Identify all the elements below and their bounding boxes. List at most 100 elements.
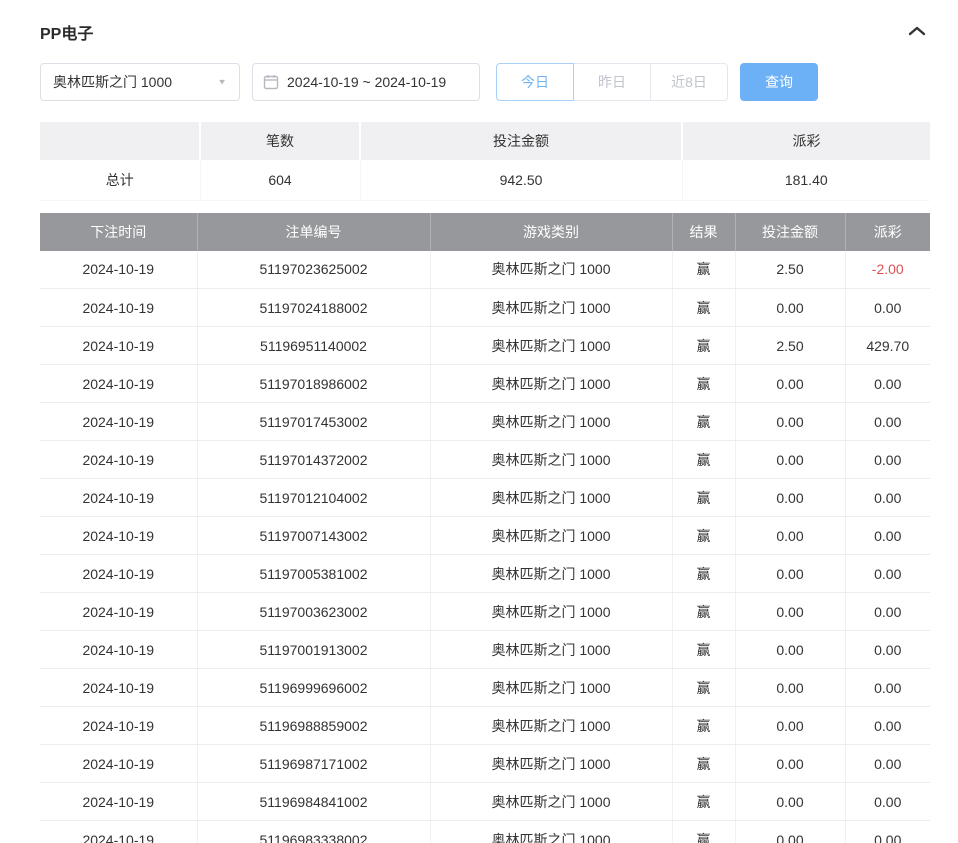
cell-bet-amount: 0.00 bbox=[735, 631, 845, 669]
report-panel: PP电子 奥林匹斯之门 1000 ▼ 2024-10-19 ~ 2024-10-… bbox=[0, 0, 958, 843]
cell-game-type: 奥林匹斯之门 1000 bbox=[430, 479, 672, 517]
table-row: 2024-10-19 51197024188002 奥林匹斯之门 1000 赢 … bbox=[40, 289, 930, 327]
cell-payout: 0.00 bbox=[845, 669, 930, 707]
cell-result: 赢 bbox=[672, 403, 735, 441]
summary-header-row: 笔数 投注金额 派彩 bbox=[40, 122, 930, 160]
cell-payout: 0.00 bbox=[845, 631, 930, 669]
cell-bet-amount: 0.00 bbox=[735, 365, 845, 403]
date-range-picker[interactable]: 2024-10-19 ~ 2024-10-19 bbox=[252, 63, 480, 101]
cell-result: 赢 bbox=[672, 669, 735, 707]
summary-total-label: 总计 bbox=[40, 160, 200, 200]
table-row: 2024-10-19 51197014372002 奥林匹斯之门 1000 赢 … bbox=[40, 441, 930, 479]
cell-game-type: 奥林匹斯之门 1000 bbox=[430, 707, 672, 745]
cell-payout: 0.00 bbox=[845, 479, 930, 517]
cell-game-type: 奥林匹斯之门 1000 bbox=[430, 327, 672, 365]
cell-bet-amount: 2.50 bbox=[735, 327, 845, 365]
cell-bet-amount: 0.00 bbox=[735, 517, 845, 555]
page-title: PP电子 bbox=[40, 20, 93, 44]
cell-bet-time: 2024-10-19 bbox=[40, 251, 197, 289]
cell-order-no: 51197023625002 bbox=[197, 251, 430, 289]
detail-header-payout: 派彩 bbox=[845, 213, 930, 251]
cell-order-no: 51196984841002 bbox=[197, 783, 430, 821]
summary-total-count: 604 bbox=[200, 160, 360, 200]
cell-game-type: 奥林匹斯之门 1000 bbox=[430, 403, 672, 441]
table-row: 2024-10-19 51196999696002 奥林匹斯之门 1000 赢 … bbox=[40, 669, 930, 707]
query-button[interactable]: 查询 bbox=[740, 63, 818, 101]
cell-bet-time: 2024-10-19 bbox=[40, 745, 197, 783]
cell-order-no: 51197017453002 bbox=[197, 403, 430, 441]
cell-bet-amount: 0.00 bbox=[735, 403, 845, 441]
table-row: 2024-10-19 51196984841002 奥林匹斯之门 1000 赢 … bbox=[40, 783, 930, 821]
cell-order-no: 51197003623002 bbox=[197, 593, 430, 631]
cell-result: 赢 bbox=[672, 327, 735, 365]
cell-order-no: 51197012104002 bbox=[197, 479, 430, 517]
cell-bet-amount: 2.50 bbox=[735, 251, 845, 289]
cell-order-no: 51196988859002 bbox=[197, 707, 430, 745]
cell-game-type: 奥林匹斯之门 1000 bbox=[430, 441, 672, 479]
quick-range-yesterday-button[interactable]: 昨日 bbox=[573, 63, 651, 101]
cell-payout: 0.00 bbox=[845, 441, 930, 479]
cell-bet-amount: 0.00 bbox=[735, 441, 845, 479]
table-row: 2024-10-19 51197001913002 奥林匹斯之门 1000 赢 … bbox=[40, 631, 930, 669]
collapse-panel-button[interactable] bbox=[904, 21, 930, 44]
detail-header-order-no: 注单编号 bbox=[197, 213, 430, 251]
cell-game-type: 奥林匹斯之门 1000 bbox=[430, 745, 672, 783]
cell-result: 赢 bbox=[672, 441, 735, 479]
cell-game-type: 奥林匹斯之门 1000 bbox=[430, 593, 672, 631]
panel-header: PP电子 bbox=[40, 14, 930, 50]
cell-payout: 0.00 bbox=[845, 555, 930, 593]
cell-bet-amount: 0.00 bbox=[735, 593, 845, 631]
summary-total-row: 总计 604 942.50 181.40 bbox=[40, 160, 930, 200]
cell-payout: -2.00 bbox=[845, 251, 930, 289]
cell-game-type: 奥林匹斯之门 1000 bbox=[430, 783, 672, 821]
summary-header-count: 笔数 bbox=[200, 122, 360, 160]
table-row: 2024-10-19 51197017453002 奥林匹斯之门 1000 赢 … bbox=[40, 403, 930, 441]
cell-payout: 0.00 bbox=[845, 707, 930, 745]
detail-header-bet-amount: 投注金额 bbox=[735, 213, 845, 251]
table-row: 2024-10-19 51197007143002 奥林匹斯之门 1000 赢 … bbox=[40, 517, 930, 555]
cell-payout: 0.00 bbox=[845, 783, 930, 821]
cell-result: 赢 bbox=[672, 479, 735, 517]
cell-bet-time: 2024-10-19 bbox=[40, 707, 197, 745]
cell-order-no: 51197001913002 bbox=[197, 631, 430, 669]
cell-bet-time: 2024-10-19 bbox=[40, 479, 197, 517]
cell-payout: 429.70 bbox=[845, 327, 930, 365]
cell-bet-time: 2024-10-19 bbox=[40, 783, 197, 821]
cell-result: 赢 bbox=[672, 631, 735, 669]
cell-bet-time: 2024-10-19 bbox=[40, 821, 197, 843]
cell-result: 赢 bbox=[672, 289, 735, 327]
cell-payout: 0.00 bbox=[845, 821, 930, 843]
cell-order-no: 51197005381002 bbox=[197, 555, 430, 593]
cell-game-type: 奥林匹斯之门 1000 bbox=[430, 631, 672, 669]
cell-bet-time: 2024-10-19 bbox=[40, 593, 197, 631]
cell-result: 赢 bbox=[672, 783, 735, 821]
game-select-value: 奥林匹斯之门 1000 bbox=[53, 72, 172, 92]
table-row: 2024-10-19 51197012104002 奥林匹斯之门 1000 赢 … bbox=[40, 479, 930, 517]
date-range-value: 2024-10-19 ~ 2024-10-19 bbox=[287, 74, 446, 90]
cell-bet-amount: 0.00 bbox=[735, 479, 845, 517]
cell-order-no: 51196999696002 bbox=[197, 669, 430, 707]
cell-payout: 0.00 bbox=[845, 517, 930, 555]
cell-result: 赢 bbox=[672, 593, 735, 631]
cell-bet-time: 2024-10-19 bbox=[40, 517, 197, 555]
cell-bet-time: 2024-10-19 bbox=[40, 365, 197, 403]
table-row: 2024-10-19 51196987171002 奥林匹斯之门 1000 赢 … bbox=[40, 745, 930, 783]
cell-bet-time: 2024-10-19 bbox=[40, 327, 197, 365]
summary-total-payout: 181.40 bbox=[682, 160, 930, 200]
cell-bet-time: 2024-10-19 bbox=[40, 669, 197, 707]
detail-table-body: 2024-10-19 51197023625002 奥林匹斯之门 1000 赢 … bbox=[40, 251, 930, 843]
cell-game-type: 奥林匹斯之门 1000 bbox=[430, 517, 672, 555]
summary-header-blank bbox=[40, 122, 200, 160]
detail-header-result: 结果 bbox=[672, 213, 735, 251]
detail-header-bet-time: 下注时间 bbox=[40, 213, 197, 251]
quick-range-last8days-button[interactable]: 近8日 bbox=[650, 63, 728, 101]
detail-header-game-type: 游戏类别 bbox=[430, 213, 672, 251]
cell-game-type: 奥林匹斯之门 1000 bbox=[430, 289, 672, 327]
quick-range-today-button[interactable]: 今日 bbox=[496, 63, 574, 101]
game-select[interactable]: 奥林匹斯之门 1000 ▼ bbox=[40, 63, 240, 101]
calendar-icon bbox=[263, 74, 279, 90]
chevron-up-icon bbox=[908, 25, 926, 40]
cell-order-no: 51196951140002 bbox=[197, 327, 430, 365]
cell-game-type: 奥林匹斯之门 1000 bbox=[430, 251, 672, 289]
chevron-down-icon: ▼ bbox=[217, 78, 227, 87]
